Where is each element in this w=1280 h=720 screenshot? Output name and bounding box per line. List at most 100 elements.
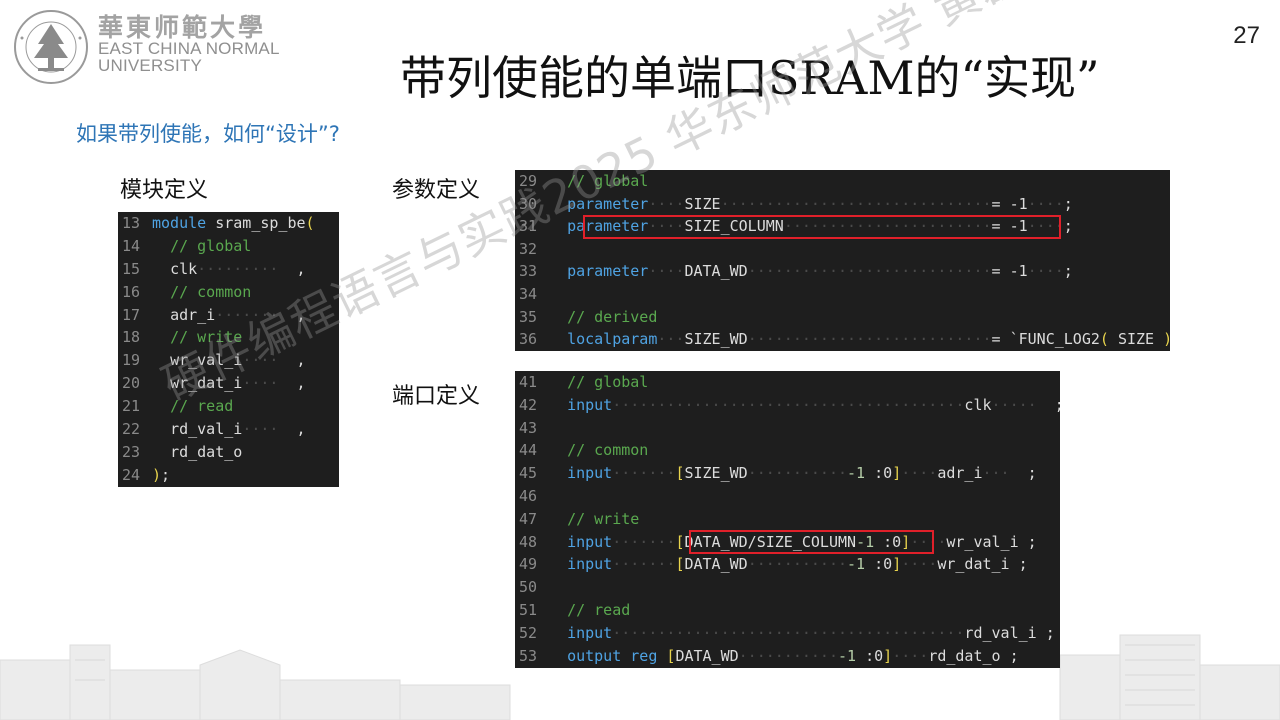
code-token: // common <box>567 441 649 460</box>
code-token: ···· <box>648 262 685 281</box>
university-name-english: EAST CHINA NORMAL UNIVERSITY <box>98 40 280 74</box>
code-token: ; <box>1063 194 1073 213</box>
code-token: rd_val_i <box>170 420 243 439</box>
module-def-label: 模块定义 <box>120 178 209 203</box>
code-token: rd_dat_o <box>170 442 243 461</box>
code-token: ······· <box>612 555 676 574</box>
code-line: 15 clk········· , <box>118 258 339 281</box>
code-line: 21 // read <box>118 395 339 418</box>
line-number: 48 <box>519 532 538 551</box>
code-token: , <box>278 374 306 393</box>
code-line: 46 <box>515 485 1060 508</box>
code-token: ; <box>1036 623 1055 642</box>
code-token: ) <box>152 465 162 484</box>
code-line: 44 // common <box>515 439 1060 462</box>
code-line: 36 localparam···SIZE_WD·················… <box>515 328 1170 351</box>
code-line: 33 parameter····DATA_WD·················… <box>515 260 1170 283</box>
size-column-highlight <box>583 215 1061 239</box>
code-token: // derived <box>567 307 658 326</box>
code-token: -1 <box>847 464 866 483</box>
code-token: ; <box>1018 532 1037 551</box>
line-number: 15 <box>122 259 141 278</box>
code-token: :0 <box>865 555 893 574</box>
line-number: 47 <box>519 509 538 528</box>
code-token: ······· <box>612 532 676 551</box>
code-token: ···· <box>1027 262 1064 281</box>
code-line: 23 rd_dat_o <box>118 441 339 464</box>
code-line: 47 // write <box>515 508 1060 531</box>
code-token: ······································· <box>612 623 965 642</box>
code-token: SIZE <box>1108 330 1164 349</box>
code-token: ; <box>1063 217 1073 236</box>
code-token: ··········· <box>747 464 848 483</box>
code-token: :0 <box>856 646 884 665</box>
line-number: 23 <box>122 442 141 461</box>
line-number: 46 <box>519 486 538 505</box>
university-name-english-line1: EAST CHINA NORMAL <box>98 39 280 58</box>
code-token: ········· <box>197 259 279 278</box>
line-number: 17 <box>122 305 141 324</box>
line-number: 51 <box>519 600 538 619</box>
code-token: ] <box>892 464 902 483</box>
code-token: clk <box>170 259 198 278</box>
code-token: SIZE <box>684 194 721 213</box>
line-number: 34 <box>519 284 538 303</box>
code-line: 22 rd_val_i···· , <box>118 418 339 441</box>
code-token: ] <box>883 646 893 665</box>
code-line: 50 <box>515 576 1060 599</box>
code-token: ··········· <box>738 646 838 665</box>
port-code-panel: 41 // global 42 input····················… <box>515 371 1060 668</box>
line-number: 33 <box>519 262 538 281</box>
code-token: // read <box>567 600 631 619</box>
code-line: 13 module sram_sp_be( <box>118 212 339 235</box>
code-token: parameter <box>567 262 649 281</box>
code-token: ; <box>1000 646 1019 665</box>
code-token: localparam <box>567 330 658 349</box>
code-token: ··········· <box>747 555 848 574</box>
line-number: 49 <box>519 555 538 574</box>
code-token: ; <box>161 465 171 484</box>
code-token: , <box>278 259 306 278</box>
code-token: ( <box>1099 330 1109 349</box>
line-number: 36 <box>519 330 538 349</box>
code-line: 45 input·······[SIZE_WD···········-1 :0]… <box>515 462 1060 485</box>
code-token: ; <box>1063 262 1073 281</box>
code-token: ······································· <box>612 395 965 414</box>
code-line: 24); <box>118 464 339 487</box>
code-token: DATA_WD <box>684 262 748 281</box>
code-token: input <box>567 395 613 414</box>
line-number: 20 <box>122 374 141 393</box>
code-line: 53 output reg [DATA_WD···········-1 :0]·… <box>515 645 1060 668</box>
code-token: ] <box>892 555 902 574</box>
line-number: 45 <box>519 464 538 483</box>
code-token: adr_i <box>170 305 216 324</box>
code-token: ···· <box>901 464 938 483</box>
code-token: // write <box>567 509 640 528</box>
line-number: 53 <box>519 646 538 665</box>
code-token: input <box>567 532 613 551</box>
code-token: ···· <box>901 555 938 574</box>
code-token: ······· <box>612 464 676 483</box>
line-number: 24 <box>122 465 141 484</box>
code-token: ··· <box>982 464 1010 483</box>
code-token: -1 <box>847 555 866 574</box>
code-token: clk <box>964 395 992 414</box>
code-token: ···· <box>242 420 279 439</box>
line-number: 42 <box>519 395 538 414</box>
code-line: 43 <box>515 417 1060 440</box>
code-line: 32 <box>515 238 1170 261</box>
line-number: 14 <box>122 236 141 255</box>
code-token: :0 <box>865 464 893 483</box>
code-token: wr_val_i <box>946 532 1019 551</box>
